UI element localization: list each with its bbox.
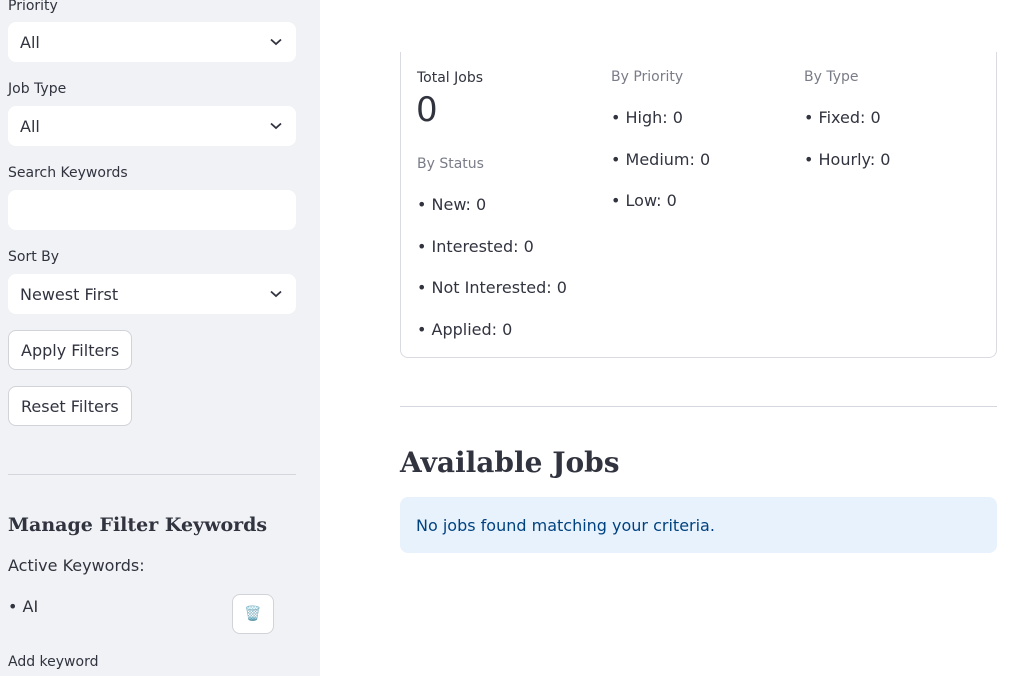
keyword-item: • AI [8, 597, 39, 616]
info-alert: No jobs found matching your criteria. [400, 497, 997, 553]
search-keywords-label: Search Keywords [8, 165, 128, 181]
type-hourly: • Hourly: 0 [804, 150, 891, 169]
main-content: Total Jobs 0 By Status • New: 0 • Intere… [320, 0, 1019, 676]
reset-filters-button[interactable]: Reset Filters [8, 386, 132, 426]
job-type-select[interactable]: All [8, 106, 296, 146]
delete-keyword-button[interactable]: 🗑️ [232, 594, 274, 634]
chevron-down-icon [270, 290, 282, 298]
available-jobs-heading: Available Jobs [400, 446, 620, 479]
apply-filters-button[interactable]: Apply Filters [8, 330, 133, 370]
chevron-down-icon [270, 122, 282, 130]
priority-high: • High: 0 [611, 108, 683, 127]
type-fixed: • Fixed: 0 [804, 108, 881, 127]
job-type-label: Job Type [8, 81, 67, 97]
priority-label: Priority [8, 0, 58, 14]
divider [400, 406, 997, 407]
summary-card: Total Jobs 0 By Status • New: 0 • Intere… [400, 52, 997, 358]
manage-keywords-heading: Manage Filter Keywords [8, 514, 268, 536]
chevron-down-icon [270, 38, 282, 46]
sort-by-select[interactable]: Newest First [8, 274, 296, 314]
priority-low: • Low: 0 [611, 191, 677, 210]
status-new: • New: 0 [417, 195, 487, 214]
by-priority-label: By Priority [611, 69, 684, 85]
priority-select-value: All [20, 32, 40, 52]
status-not-interested: • Not Interested: 0 [417, 278, 567, 297]
sidebar: Priority All Job Type All Search Keyword… [0, 0, 320, 676]
status-applied: • Applied: 0 [417, 320, 513, 339]
divider [8, 474, 296, 475]
total-jobs-value: 0 [416, 90, 438, 130]
status-interested: • Interested: 0 [417, 237, 534, 256]
search-keywords-input[interactable] [8, 190, 296, 230]
priority-medium: • Medium: 0 [611, 150, 711, 169]
by-type-label: By Type [804, 69, 859, 85]
sort-by-select-value: Newest First [20, 284, 119, 304]
priority-select[interactable]: All [8, 22, 296, 62]
by-status-label: By Status [417, 156, 484, 172]
active-keywords-label: Active Keywords: [8, 556, 145, 575]
job-type-select-value: All [20, 116, 40, 136]
total-jobs-label: Total Jobs [417, 70, 484, 86]
add-keyword-label: Add keyword [8, 654, 99, 670]
empty-jobs-message: No jobs found matching your criteria. [416, 515, 715, 535]
sort-by-label: Sort By [8, 249, 60, 265]
trash-icon: 🗑️ [244, 606, 262, 622]
